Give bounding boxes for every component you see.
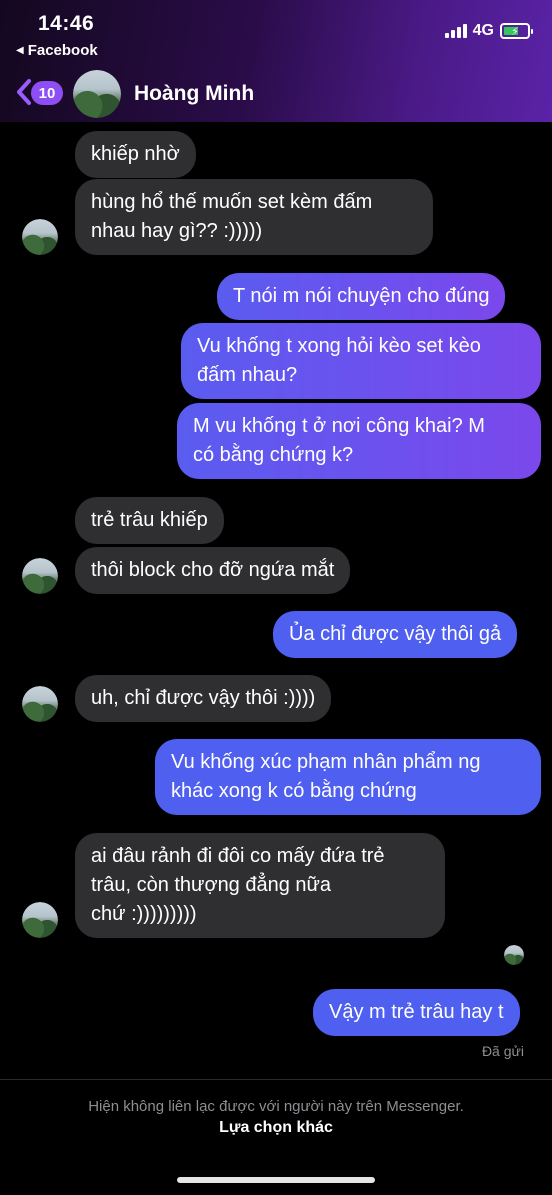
unavailable-notice: Hiện không liên lạc được với người này t…	[88, 1098, 464, 1115]
message-text: khiếp nhờ	[91, 143, 180, 165]
message-bubble-received[interactable]: thôi block cho đỡ ngứa mắt	[75, 547, 351, 594]
message-text-line: có bằng chứng k?	[193, 444, 354, 466]
message-text-line: Vu khống t xong hỏi kèo set kèo	[197, 335, 481, 357]
footer-divider	[0, 1079, 552, 1080]
message-text: thôi block cho đỡ ngứa mắt	[91, 559, 335, 581]
message-bubble-sent[interactable]: Vu khống t xong hỏi kèo set kèo đấm nhau…	[181, 323, 541, 399]
message-bubble-sent[interactable]: M vu khống t ở nơi công khai? M có bằng …	[177, 403, 541, 479]
message-text: trẻ trâu khiếp	[91, 509, 208, 531]
contact-avatar[interactable]	[73, 70, 121, 118]
battery-icon: ⚡	[500, 23, 533, 39]
home-indicator[interactable]	[177, 1177, 375, 1183]
message-bubble-sent[interactable]: Ủa chỉ được vậy thôi gả	[273, 611, 518, 658]
signal-icon	[444, 24, 467, 38]
seen-indicator-avatar	[504, 945, 524, 965]
message-text-line: nhau hay gì?? :)))))	[91, 220, 263, 242]
sender-avatar[interactable]	[22, 686, 58, 722]
message-text: Ủa chỉ được vậy thôi gả	[289, 623, 502, 645]
message-text: uh, chỉ được vậy thôi :))))	[91, 687, 316, 709]
message-text-line: khác xong k có bằng chứng	[171, 780, 417, 802]
contact-name[interactable]: Hoàng Minh	[134, 82, 254, 106]
sender-avatar[interactable]	[22, 902, 58, 938]
sender-avatar[interactable]	[22, 219, 58, 255]
sender-avatar[interactable]	[22, 558, 58, 594]
message-text-line: đấm nhau?	[197, 364, 298, 386]
back-to-app-link[interactable]: ◀ Facebook	[16, 42, 98, 59]
message-bubble-received[interactable]: uh, chỉ được vậy thôi :))))	[75, 675, 332, 722]
message-text-line: trâu, còn thượng đẳng nữa	[91, 874, 332, 896]
message-text-line: Vu khống xúc phạm nhân phẩm ng	[171, 751, 481, 773]
message-bubble-sent[interactable]: T nói m nói chuyện cho đúng	[217, 273, 506, 320]
message-text-line: M vu khống t ở nơi công khai? M	[193, 415, 485, 437]
message-bubble-received[interactable]: ai đâu rảnh đi đôi co mấy đứa trẻ trâu, …	[75, 833, 445, 938]
charging-bolt-icon: ⚡	[511, 25, 519, 38]
chat-header: 10 Hoàng Minh	[0, 70, 552, 118]
network-type: 4G	[472, 22, 494, 39]
message-text: T nói m nói chuyện cho đúng	[233, 285, 490, 307]
message-bubble-received[interactable]: trẻ trâu khiếp	[75, 497, 224, 544]
message-text-line: chứ :)))))))))	[91, 903, 197, 925]
unread-count-badge[interactable]: 10	[31, 81, 63, 105]
status-time: 14:46	[38, 12, 95, 35]
message-text-line: hùng hổ thế muốn set kèm đấm	[91, 191, 373, 213]
message-text: Vậy m trẻ trâu hay t	[329, 1001, 504, 1023]
message-text-line: ai đâu rảnh đi đôi co mấy đứa trẻ	[91, 845, 385, 867]
back-triangle-icon: ◀	[16, 45, 24, 56]
status-indicators: 4G ⚡	[444, 22, 533, 40]
message-bubble-sent[interactable]: Vậy m trẻ trâu hay t	[313, 989, 520, 1036]
message-bubble-received[interactable]: khiếp nhờ	[75, 131, 196, 178]
sent-status-label: Đã gửi	[481, 1043, 524, 1059]
top-bar: 14:46 ◀ Facebook 4G ⚡ 10 Hoàng Minh	[0, 0, 552, 122]
other-options-button[interactable]: Lựa chọn khác	[0, 1119, 552, 1137]
back-app-label: Facebook	[27, 42, 98, 59]
message-bubble-sent[interactable]: Vu khống xúc phạm nhân phẩm ng khác xong…	[155, 739, 541, 815]
message-bubble-received[interactable]: hùng hổ thế muốn set kèm đấm nhau hay gì…	[75, 179, 433, 255]
